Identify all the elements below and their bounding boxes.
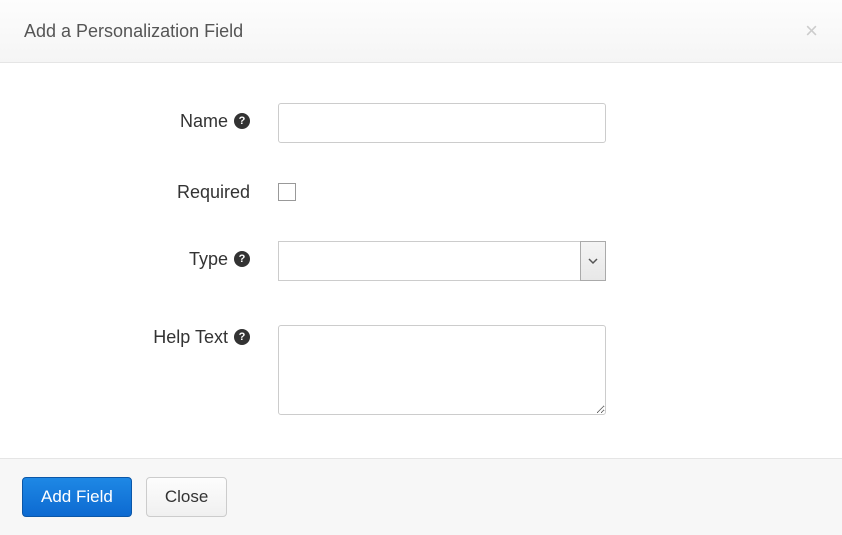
modal-body: Name ? Required Type ? [0, 63, 842, 444]
help-icon[interactable]: ? [234, 251, 250, 267]
help-text-control-wrap [278, 325, 606, 420]
add-field-button[interactable]: Add Field [22, 477, 132, 517]
close-icon[interactable]: × [805, 20, 818, 42]
form-row-required: Required [24, 183, 818, 201]
required-label: Required [177, 183, 250, 201]
name-control-wrap [278, 103, 606, 143]
modal-footer: Add Field Close [0, 458, 842, 535]
required-label-wrap: Required [24, 183, 256, 201]
modal-title: Add a Personalization Field [24, 21, 243, 42]
type-select-display [278, 241, 580, 281]
name-label: Name [180, 103, 228, 139]
name-input[interactable] [278, 103, 606, 143]
type-label-wrap: Type ? [24, 241, 256, 277]
type-label: Type [189, 241, 228, 277]
help-icon[interactable]: ? [234, 329, 250, 345]
name-label-wrap: Name ? [24, 103, 256, 139]
required-checkbox[interactable] [278, 183, 296, 201]
chevron-down-icon [588, 256, 598, 266]
modal-header: Add a Personalization Field × [0, 0, 842, 63]
type-select-button[interactable] [580, 241, 606, 281]
help-text-textarea[interactable] [278, 325, 606, 415]
help-text-label: Help Text [153, 327, 228, 347]
type-control-wrap [278, 241, 606, 281]
form-row-type: Type ? [24, 241, 818, 281]
help-text-label-wrap: Help Text ? [24, 325, 256, 347]
form-row-help-text: Help Text ? [24, 325, 818, 420]
close-button[interactable]: Close [146, 477, 227, 517]
type-select[interactable] [278, 241, 606, 281]
help-icon[interactable]: ? [234, 113, 250, 129]
required-control-wrap [278, 183, 296, 201]
form-row-name: Name ? [24, 103, 818, 143]
